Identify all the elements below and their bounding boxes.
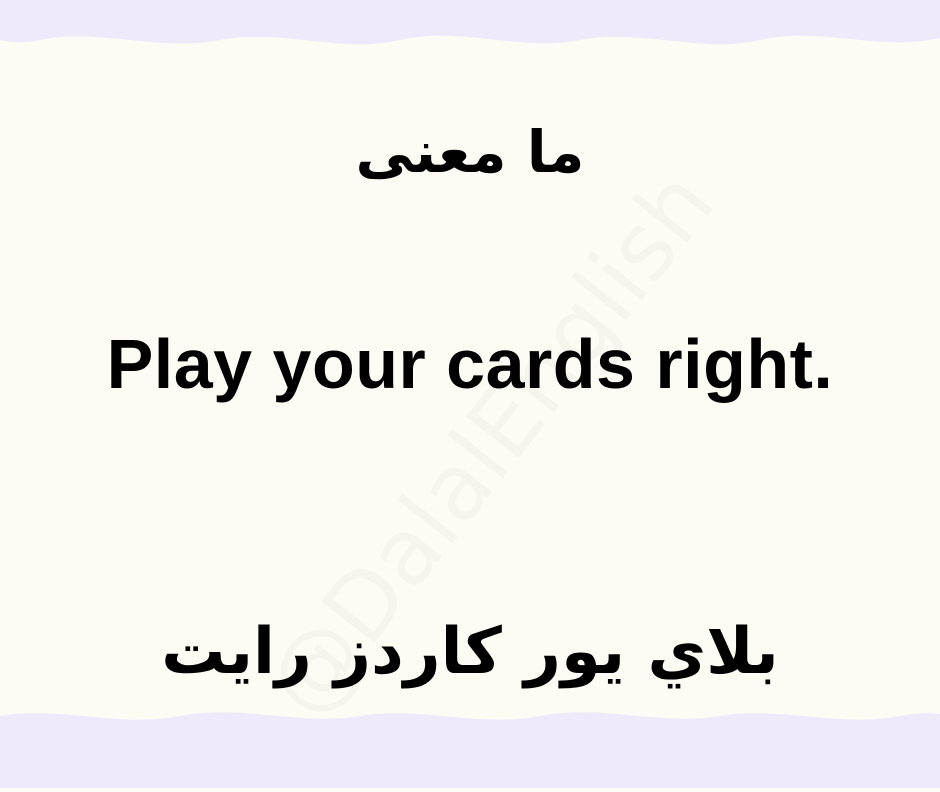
top-wave-band	[0, 0, 940, 45]
arabic-transliteration: بلاي يور كاردز رايت	[161, 615, 779, 689]
bottom-wave-band	[0, 712, 940, 788]
english-phrase: Play your cards right.	[106, 325, 834, 403]
card: { "colors": { "background": "#fcfcf4", "…	[0, 0, 940, 788]
question-heading: ما معنى	[355, 118, 585, 186]
